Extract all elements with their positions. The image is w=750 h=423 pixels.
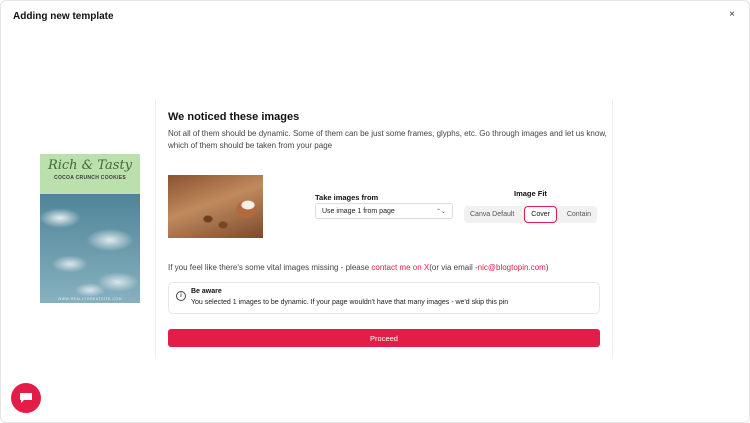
template-preview: Rich & Tasty COCOA CRUNCH COOKIES WWW.RE…: [40, 154, 140, 303]
proceed-button[interactable]: Proceed: [168, 329, 600, 347]
preview-footer: WWW.REALLYGREATSITE.COM: [57, 297, 123, 301]
chevron-updown-icon: ⌃⌄: [435, 208, 446, 215]
missing-text-start: If you feel like there's some vital imag…: [168, 263, 372, 272]
fit-option-canva-default[interactable]: Canva Default: [466, 207, 518, 222]
preview-subtitle: COCOA CRUNCH COOKIES: [54, 175, 126, 181]
image-thumbnail: [168, 175, 263, 238]
contact-link[interactable]: contact me on X: [371, 263, 429, 272]
panel-description: Not all of them should be dynamic. Some …: [168, 129, 607, 150]
panel-heading: We noticed these images: [168, 111, 300, 123]
modal: Adding new template × Rich & Tasty COCOA…: [0, 0, 750, 423]
preview-title: Rich & Tasty: [47, 158, 133, 173]
close-icon[interactable]: ×: [725, 7, 739, 21]
info-icon: i: [176, 291, 186, 301]
fit-option-contain[interactable]: Contain: [563, 207, 595, 222]
alert-text: You selected 1 images to be dynamic. If …: [191, 299, 509, 306]
alert-box: i Be aware You selected 1 images to be d…: [168, 282, 600, 314]
preview-image: [40, 194, 140, 303]
take-images-value: Use image 1 from page: [322, 207, 395, 215]
image-fit-label: Image Fit: [514, 189, 547, 198]
missing-text-mid: (or via email -: [429, 263, 478, 272]
chat-bubble-icon: [20, 393, 32, 403]
missing-images-text: If you feel like there's some vital imag…: [168, 263, 548, 272]
modal-title: Adding new template: [13, 11, 114, 22]
chat-icon[interactable]: [11, 383, 41, 413]
preview-header: Rich & Tasty COCOA CRUNCH COOKIES: [40, 154, 140, 194]
take-images-label: Take images from: [315, 193, 379, 202]
missing-text-end: ): [545, 263, 549, 272]
alert-title: Be aware: [191, 288, 222, 295]
email-link[interactable]: nic@blogtopin.com: [478, 263, 546, 272]
image-fit-toggle: Canva Default Cover Contain: [464, 206, 597, 223]
take-images-select[interactable]: Use image 1 from page ⌃⌄: [315, 203, 453, 219]
fit-option-cover[interactable]: Cover: [524, 206, 557, 223]
